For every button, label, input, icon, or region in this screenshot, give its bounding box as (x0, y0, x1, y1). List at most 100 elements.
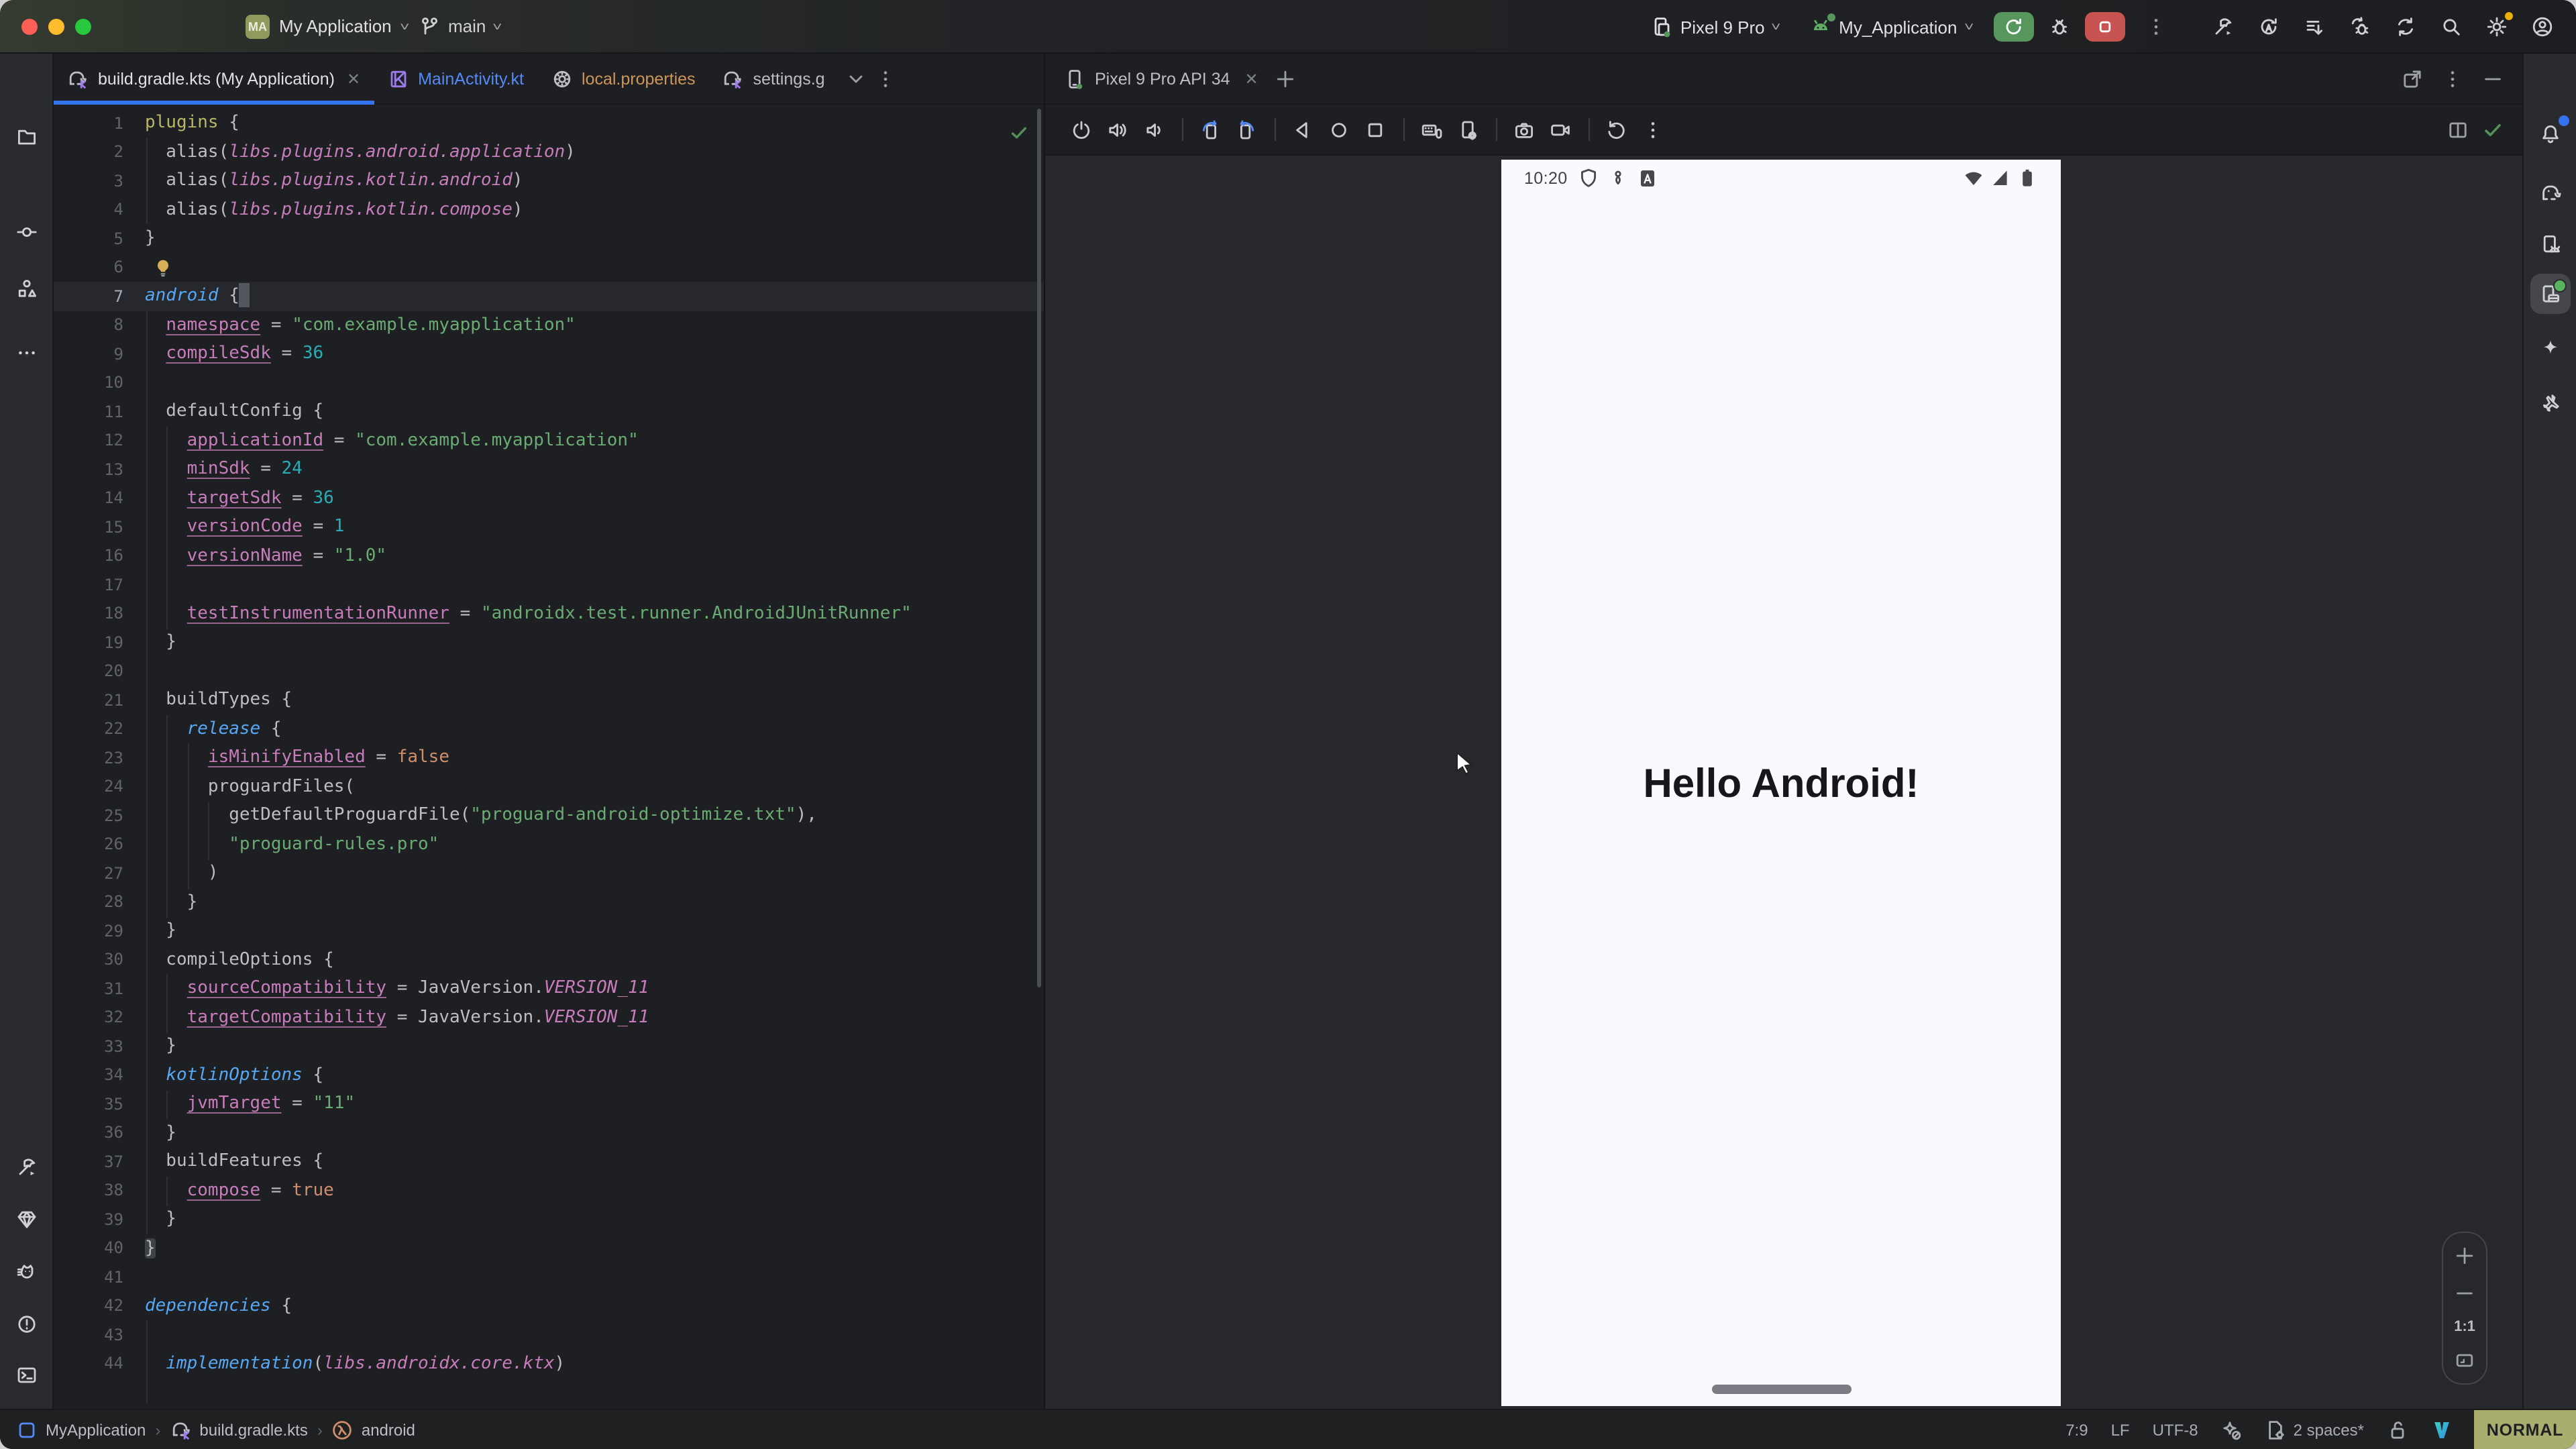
inspections-ok-check-icon[interactable] (1009, 122, 1029, 142)
code-text[interactable]: } (145, 1032, 176, 1061)
code-line[interactable]: 19 } (54, 628, 1044, 657)
snapshots-button[interactable] (1599, 113, 1633, 146)
indent-widget[interactable]: 2 spaces* (2265, 1419, 2364, 1440)
sidebar-item-notifications[interactable] (2530, 114, 2570, 154)
gradle-sync-button[interactable] (2385, 9, 2426, 44)
code-text[interactable]: targetCompatibility = JavaVersion.VERSIO… (145, 1003, 649, 1032)
code-line[interactable]: 38 compose = true (54, 1176, 1044, 1205)
open-in-new-window-icon[interactable] (2402, 68, 2423, 89)
line-number[interactable]: 29 (54, 922, 145, 941)
code-line[interactable]: 17 (54, 570, 1044, 599)
line-number[interactable]: 19 (54, 633, 145, 652)
minimize-window-button[interactable] (48, 19, 64, 35)
split-view-icon[interactable] (2447, 119, 2469, 140)
tab-mainactivity-kt[interactable]: MainActivity.kt (374, 54, 537, 103)
line-number[interactable]: 34 (54, 1066, 145, 1085)
breadcrumb-module[interactable]: MyApplication (16, 1419, 146, 1440)
line-number[interactable]: 21 (54, 691, 145, 710)
code-line[interactable]: 42dependencies { (54, 1291, 1044, 1320)
code-line[interactable]: 10 (54, 368, 1044, 397)
code-line[interactable]: 7android { (54, 282, 1044, 311)
code-line[interactable]: 33 } (54, 1032, 1044, 1061)
sidebar-item-gemini[interactable] (2530, 329, 2570, 369)
code-text[interactable]: release { (145, 714, 282, 743)
tab-list-dropdown-button[interactable] (841, 64, 871, 93)
device-settings-button[interactable] (1450, 113, 1484, 146)
sidebar-item-project[interactable] (6, 117, 46, 157)
code-line[interactable]: 16 versionName = "1.0" (54, 541, 1044, 570)
zoom-window-button[interactable] (75, 19, 91, 35)
code-line[interactable]: 12 applicationId = "com.example.myapplic… (54, 426, 1044, 455)
code-line[interactable]: 29 } (54, 916, 1044, 945)
breadcrumb-element[interactable]: android (332, 1419, 415, 1440)
line-number[interactable]: 8 (54, 316, 145, 335)
line-number[interactable]: 26 (54, 835, 145, 854)
code-line[interactable]: 21 buildTypes { (54, 686, 1044, 714)
ai-assistant-icon[interactable] (2221, 1419, 2243, 1440)
line-number[interactable]: 1 (54, 114, 145, 133)
code-text[interactable]: targetSdk = 36 (145, 484, 334, 513)
vim-icon[interactable] (2431, 1419, 2453, 1440)
code-text[interactable]: dependencies { (145, 1291, 292, 1320)
encoding-widget[interactable]: UTF-8 (2153, 1420, 2198, 1439)
rotate-right-button[interactable] (1229, 113, 1263, 146)
code-line[interactable]: 35 jvmTarget = "11" (54, 1089, 1044, 1118)
code-line[interactable]: 27 ) (54, 859, 1044, 888)
line-number[interactable]: 23 (54, 749, 145, 767)
line-number[interactable]: 6 (54, 258, 145, 277)
code-line[interactable]: 40} (54, 1234, 1044, 1263)
code-text[interactable]: } (145, 628, 176, 657)
home-button[interactable] (1322, 113, 1355, 146)
project-widget[interactable]: MA My Application ˅ (246, 14, 408, 38)
line-number[interactable]: 11 (54, 402, 145, 421)
code-text[interactable]: compileSdk = 36 (145, 339, 323, 368)
hide-panel-icon[interactable] (2482, 68, 2504, 89)
code-text[interactable]: kotlinOptions { (145, 1061, 323, 1089)
line-number[interactable]: 12 (54, 431, 145, 450)
code-text[interactable]: buildTypes { (145, 686, 292, 714)
tab-settings-gradle[interactable]: settings.g (709, 54, 839, 103)
line-number[interactable]: 20 (54, 662, 145, 681)
close-window-button[interactable] (21, 19, 38, 35)
tab-build-gradle-kts[interactable]: build.gradle.kts (My Application) ✕ (54, 54, 374, 103)
line-number[interactable]: 17 (54, 576, 145, 594)
sidebar-item-terminal[interactable] (6, 1355, 46, 1395)
line-number[interactable]: 22 (54, 720, 145, 739)
sidebar-item-airplane[interactable] (2530, 384, 2570, 424)
code-text[interactable]: alias(libs.plugins.kotlin.compose) (145, 195, 523, 224)
unlocked-icon[interactable] (2387, 1419, 2408, 1440)
line-number[interactable]: 24 (54, 777, 145, 796)
code-line[interactable]: 22 release { (54, 714, 1044, 743)
code-text[interactable]: defaultConfig { (145, 397, 323, 426)
code-line[interactable]: 31 sourceCompatibility = JavaVersion.VER… (54, 974, 1044, 1003)
line-number[interactable]: 31 (54, 979, 145, 998)
line-number[interactable]: 18 (54, 604, 145, 623)
code-text[interactable]: } (145, 1234, 156, 1263)
code-line[interactable]: 28 } (54, 888, 1044, 916)
code-line[interactable]: 36 } (54, 1118, 1044, 1147)
close-icon[interactable]: ✕ (1245, 69, 1258, 88)
line-number[interactable]: 28 (54, 893, 145, 912)
code-editor[interactable]: 1plugins {2 alias(libs.plugins.android.a… (54, 105, 1044, 1409)
code-line[interactable]: 4 alias(libs.plugins.kotlin.compose) (54, 195, 1044, 224)
line-number[interactable]: 15 (54, 518, 145, 537)
apply-code-changes-button[interactable] (2294, 9, 2334, 44)
code-text[interactable]: } (145, 1118, 176, 1147)
search-everywhere-button[interactable] (2431, 9, 2471, 44)
debug-button[interactable] (2039, 9, 2080, 44)
code-line[interactable]: 25 getDefaultProguardFile("proguard-andr… (54, 801, 1044, 830)
device-selector[interactable]: Pixel 9 Pro ˅ (1643, 16, 1788, 38)
line-number[interactable]: 10 (54, 374, 145, 392)
zoom-out-button[interactable] (2453, 1281, 2477, 1305)
line-number[interactable]: 16 (54, 547, 145, 566)
code-line[interactable]: 5} (54, 224, 1044, 253)
code-line[interactable]: 37 buildFeatures { (54, 1147, 1044, 1176)
vcs-branch-widget[interactable]: main ˅ (419, 15, 501, 37)
sidebar-item-build[interactable] (6, 1147, 46, 1187)
sidebar-item-structure[interactable] (6, 268, 46, 309)
editor-scrollbar[interactable] (1037, 109, 1041, 987)
code-line[interactable]: 34 kotlinOptions { (54, 1061, 1044, 1089)
gesture-navigation-pill[interactable] (1711, 1385, 1851, 1394)
code-text[interactable]: testInstrumentationRunner = "androidx.te… (145, 599, 912, 628)
code-line[interactable]: 6 (54, 253, 1044, 282)
